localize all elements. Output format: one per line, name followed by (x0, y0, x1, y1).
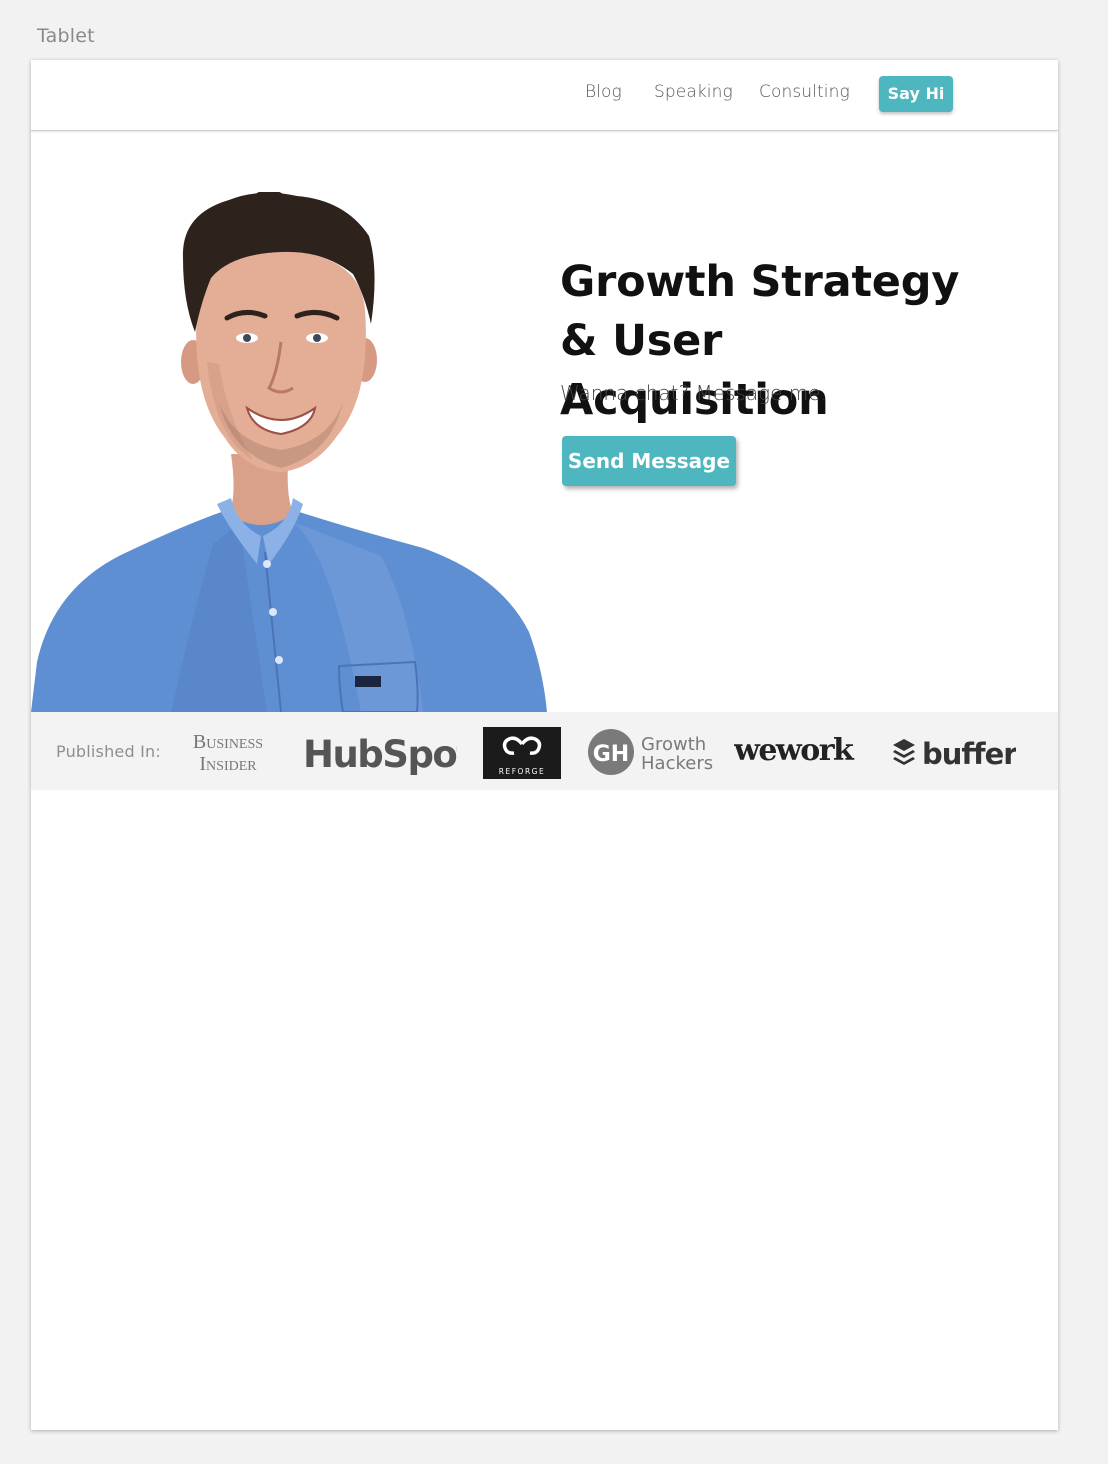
reforge-logo: REFORGE (483, 727, 561, 779)
wework-wordmark: wework (734, 733, 855, 768)
business-insider-line1: Business (193, 731, 263, 753)
wework-logo: wework (734, 733, 857, 768)
top-navigation-bar: Blog Speaking Consulting Say Hi (31, 60, 1058, 131)
growth-hackers-line1: Growth (641, 734, 706, 755)
hero-subtitle: Wanna chat? Message me. (560, 381, 827, 405)
reforge-wordmark: REFORGE (499, 767, 545, 776)
published-in-bar: Published In: Business Insider HubSpot R… (31, 712, 1058, 790)
nav-link-consulting[interactable]: Consulting (759, 82, 850, 102)
business-insider-logo: Business Insider (193, 731, 263, 774)
buffer-wordmark: buffer (922, 737, 1016, 771)
nav-link-speaking[interactable]: Speaking (654, 82, 733, 102)
business-insider-line2: Insider (199, 753, 257, 774)
say-hi-button[interactable]: Say Hi (879, 76, 953, 112)
growth-hackers-mark: GH (593, 742, 629, 767)
hubspot-wordmark: HubSpot (303, 733, 457, 776)
growth-hackers-line2: Hackers (641, 753, 713, 774)
growth-hackers-logo: GH Growth Hackers (588, 729, 713, 775)
buffer-logo: buffer (893, 737, 1016, 771)
hubspot-logo: HubSpot (303, 733, 457, 776)
send-message-button[interactable]: Send Message (562, 436, 736, 486)
published-in-label: Published In: (56, 742, 161, 761)
hero-portrait-photo (31, 192, 547, 712)
tablet-artboard: Blog Speaking Consulting Say Hi Growth S… (31, 60, 1058, 1430)
artboard-label: Tablet (37, 25, 95, 47)
nav-link-blog[interactable]: Blog (585, 82, 622, 102)
